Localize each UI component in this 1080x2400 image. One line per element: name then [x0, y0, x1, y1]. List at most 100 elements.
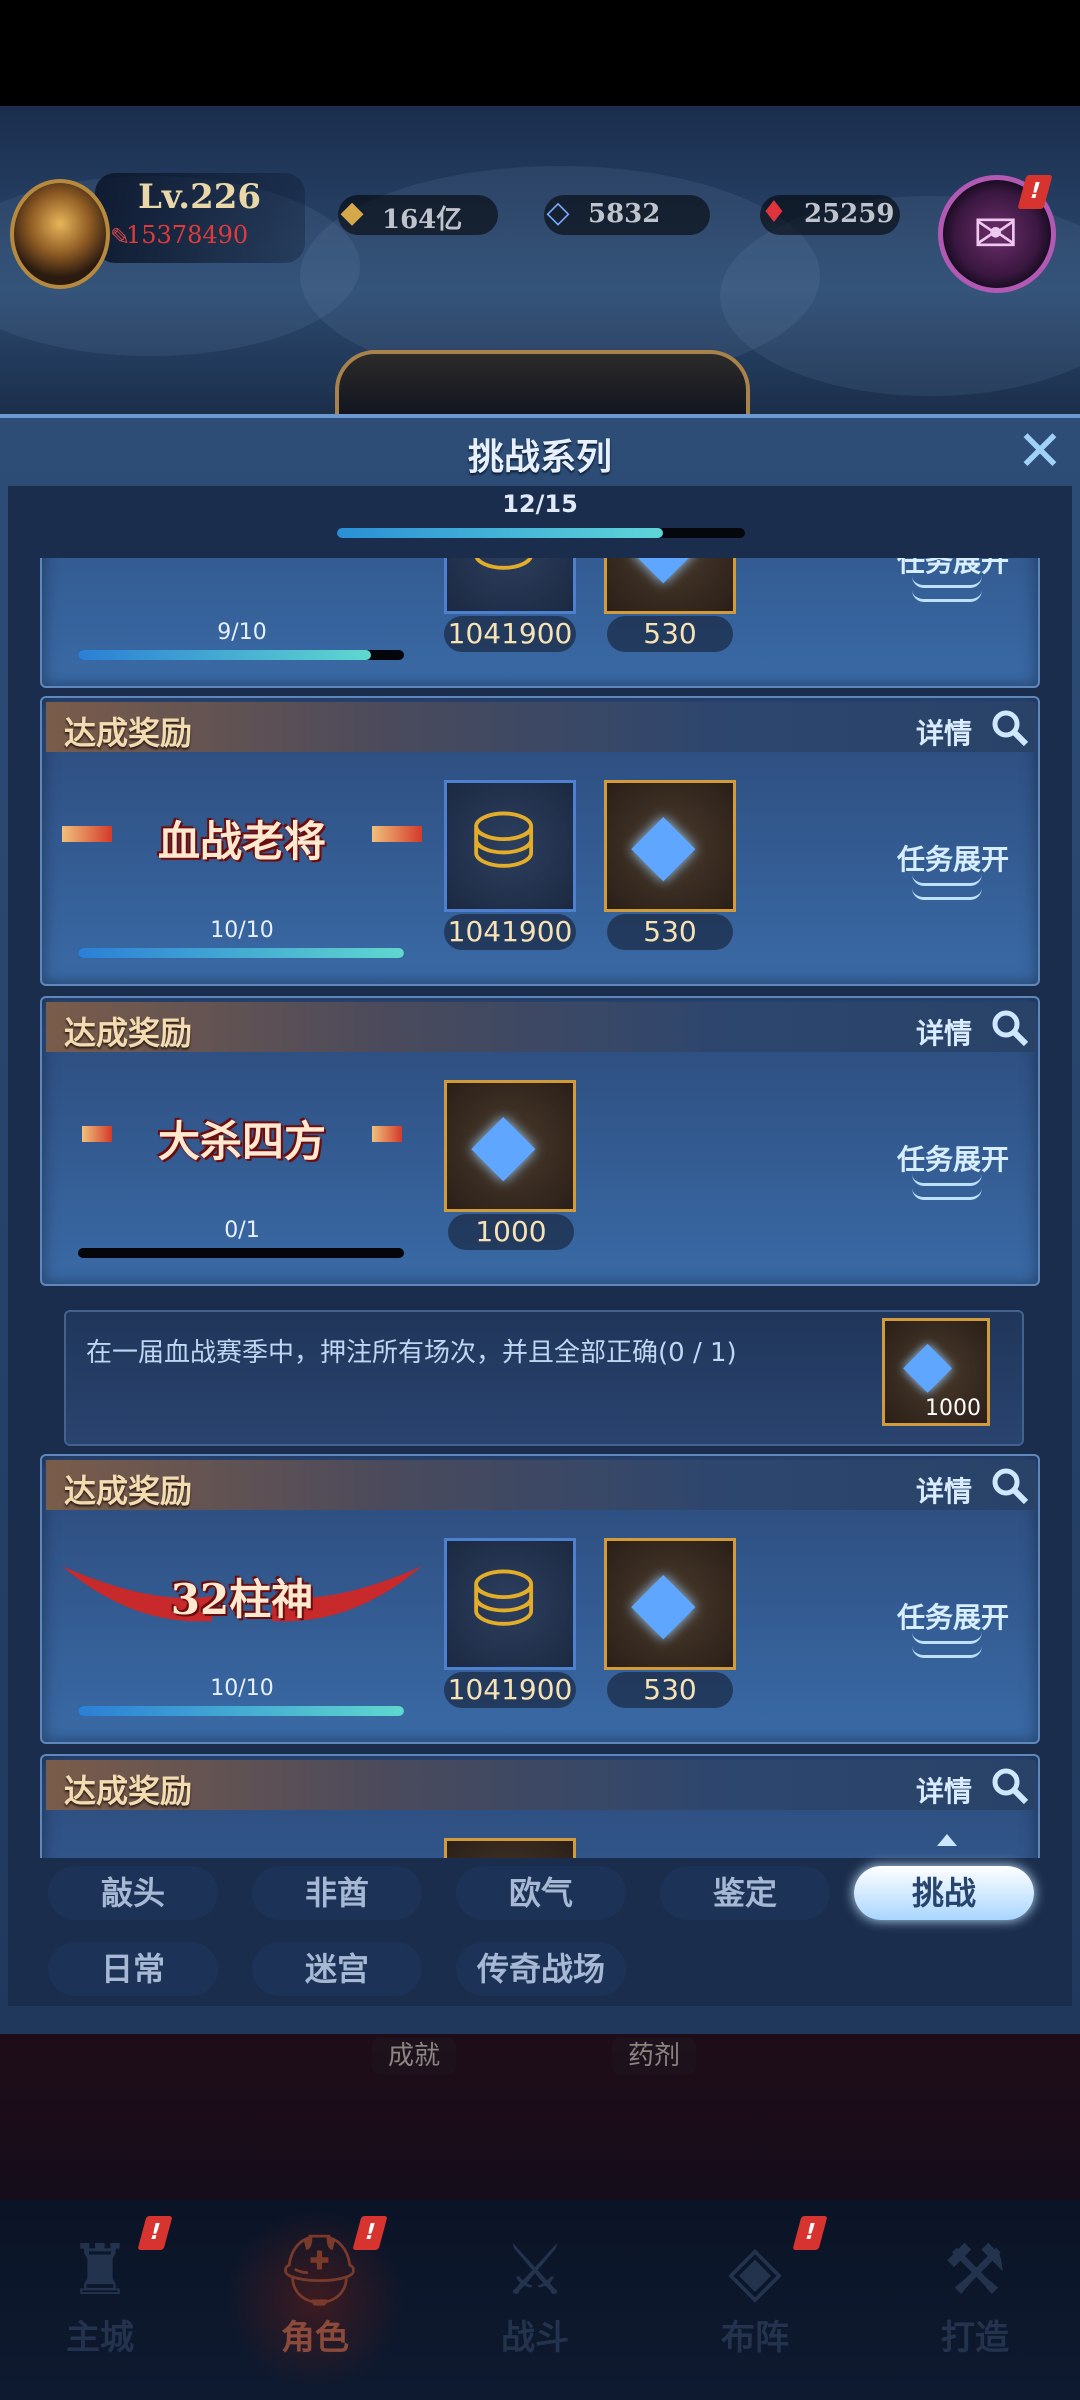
- modal-title: 挑战系列: [467, 437, 612, 478]
- search-icon[interactable]: [990, 708, 1030, 748]
- card-progress-bar: [78, 1706, 404, 1716]
- tab-tiaozhan[interactable]: 挑战: [854, 1866, 1034, 1920]
- nav-label: 主城: [66, 2318, 134, 2358]
- detail-button[interactable]: 详情: [916, 1012, 972, 1052]
- diamond-icon: ◆: [631, 793, 696, 891]
- anvil-icon: ⚒: [943, 2229, 1007, 2311]
- card-progress-label: 10/10: [210, 1676, 274, 1701]
- challenge-list[interactable]: ⛁ ◆ 1041900 530 9/10 任务展开 达成奖励 详情 血战老将 ⛁…: [40, 558, 1040, 1858]
- nav-label: 布阵: [721, 2318, 789, 2358]
- card-header-title: 达成奖励: [64, 1014, 193, 1052]
- expand-tasks-button[interactable]: 任务展开: [878, 838, 1028, 878]
- card-header: 达成奖励 详情: [46, 702, 1036, 752]
- title-tag: 大杀四方: [62, 1088, 422, 1188]
- scene-label-potion[interactable]: 药剂: [612, 2038, 697, 2074]
- chevron-down-icon: [912, 1174, 982, 1186]
- scene-title-banner: [335, 350, 750, 420]
- card-progress-fill: [78, 1706, 404, 1716]
- currency-ruby[interactable]: ♦ 25259: [760, 195, 900, 235]
- challenge-card: 达成奖励 详情 32柱神 ⛁ ◆ 1041900 530 10/10 任务展开: [40, 1454, 1040, 1744]
- detail-button[interactable]: 详情: [916, 712, 972, 752]
- card-header: 达成奖励 详情: [46, 1460, 1036, 1510]
- scene-label-achievement[interactable]: 成就: [372, 2038, 457, 2074]
- nav-badge: !: [137, 2216, 173, 2250]
- gold-coins-icon: ⛁: [471, 558, 536, 589]
- challenge-card: ⛁ ◆ 1041900 530 9/10 任务展开: [40, 558, 1040, 688]
- nav-formation[interactable]: ◈ 布阵 !: [665, 2210, 845, 2390]
- chevron-down-icon: [912, 590, 982, 602]
- nav-label: 角色: [281, 2318, 349, 2358]
- status-bar: [0, 0, 1080, 106]
- nav-main-city[interactable]: ♜ 主城 !: [10, 2210, 190, 2390]
- bottom-navigation: ♜ 主城 ! ⛑ 角色 ! ⚔ 战斗 ◈ 布阵 ! ⚒ 打造: [0, 2200, 1080, 2400]
- series-progress-label: 12/15: [502, 490, 578, 518]
- nav-badge: !: [352, 2216, 388, 2250]
- reward-gold-value: 1041900: [444, 914, 576, 950]
- tab-richang[interactable]: 日常: [48, 1942, 218, 1996]
- expand-tasks-button[interactable]: 任务展开: [878, 1138, 1028, 1178]
- helmet-icon: ⛑: [275, 2229, 364, 2311]
- task-description: 在一届血战赛季中，押注所有场次，并且全部正确(0 / 1): [86, 1338, 737, 1368]
- challenge-series-modal: 挑战系列 ✕ 12/15 ⛁ ◆ 1041900 530 9/10 任务展开 达…: [0, 414, 1080, 2034]
- detail-button[interactable]: 详情: [916, 1470, 972, 1510]
- reward-diamond[interactable]: ◆: [604, 558, 736, 614]
- challenge-card: 达成奖励 详情: [40, 1754, 1040, 1858]
- tab-qiaotou[interactable]: 敲头: [48, 1866, 218, 1920]
- player-avatar[interactable]: [10, 179, 110, 289]
- tab-feiqiu[interactable]: 非酋: [252, 1866, 422, 1920]
- gold-ingot-icon: ◆: [340, 195, 364, 230]
- chevron-down-icon: [912, 576, 982, 588]
- currency-gold[interactable]: ◆ 164亿: [338, 195, 498, 235]
- reward-diamond-value: 530: [607, 914, 733, 950]
- task-reward-diamond[interactable]: ◆ 1000: [882, 1318, 990, 1426]
- tab-chuanqi-zhanchang[interactable]: 传奇战场: [456, 1942, 626, 1996]
- nav-label: 打造: [941, 2318, 1009, 2358]
- expand-tasks-button[interactable]: 任务展开: [878, 1596, 1028, 1636]
- close-button[interactable]: ✕: [1014, 424, 1066, 480]
- chevron-down-icon: [912, 1646, 982, 1658]
- diamond-icon: ◆: [631, 558, 696, 593]
- reward-gold[interactable]: ⛁: [444, 558, 576, 614]
- card-progress-label: 10/10: [210, 918, 274, 943]
- nav-label: 战斗: [501, 2318, 569, 2358]
- card-progress-bar: [78, 948, 404, 958]
- reward-gold[interactable]: ⛁: [444, 1538, 576, 1670]
- diamond-icon: ◆: [631, 1551, 696, 1649]
- tab-jianding[interactable]: 鉴定: [660, 1866, 830, 1920]
- diamond-icon: ◆: [471, 1093, 536, 1191]
- currency-diamond[interactable]: ◇ 5832: [544, 195, 710, 235]
- title-tag: 32柱神: [62, 1546, 422, 1646]
- task-reward-value: 1000: [925, 1396, 981, 1421]
- search-icon[interactable]: [990, 1766, 1030, 1806]
- tag-text: 血战老将: [157, 817, 326, 866]
- title-tag: 血战老将: [62, 788, 422, 888]
- series-progress-bar: [337, 528, 745, 538]
- card-header-title: 达成奖励: [64, 1772, 193, 1810]
- tag-text: 大杀四方: [157, 1117, 326, 1166]
- card-progress-label: 0/1: [224, 1218, 260, 1243]
- chevron-down-icon: [912, 1632, 982, 1644]
- tab-migong[interactable]: 迷宫: [252, 1942, 422, 1996]
- reward-gold-value: 1041900: [444, 1672, 576, 1708]
- reward-gold[interactable]: ⛁: [444, 780, 576, 912]
- reward-diamond[interactable]: ◆: [444, 1080, 576, 1212]
- card-progress-fill: [78, 948, 404, 958]
- detail-button[interactable]: 详情: [916, 1770, 972, 1810]
- series-progress-fill: [337, 528, 664, 538]
- reward-diamond[interactable]: ◆: [604, 1538, 736, 1670]
- player-power: 15378490: [126, 221, 249, 249]
- formation-icon: ◈: [728, 2229, 782, 2311]
- search-icon[interactable]: [990, 1466, 1030, 1506]
- category-tabs: 敲头 非酋 欧气 鉴定 挑战 日常 迷宫 传奇战场: [0, 1848, 1080, 2028]
- nav-badge: !: [792, 2216, 828, 2250]
- nav-battle[interactable]: ⚔ 战斗: [445, 2210, 625, 2390]
- card-progress-fill: [78, 650, 372, 660]
- nav-forge[interactable]: ⚒ 打造: [885, 2210, 1065, 2390]
- close-icon: ✕: [1016, 419, 1064, 484]
- search-icon[interactable]: [990, 1008, 1030, 1048]
- scroll-icon: ✉: [973, 202, 1019, 265]
- tab-ouqi[interactable]: 欧气: [456, 1866, 626, 1920]
- nav-character[interactable]: ⛑ 角色 !: [225, 2210, 405, 2390]
- currency-gold-value: 164亿: [382, 205, 463, 235]
- reward-diamond[interactable]: ◆: [604, 780, 736, 912]
